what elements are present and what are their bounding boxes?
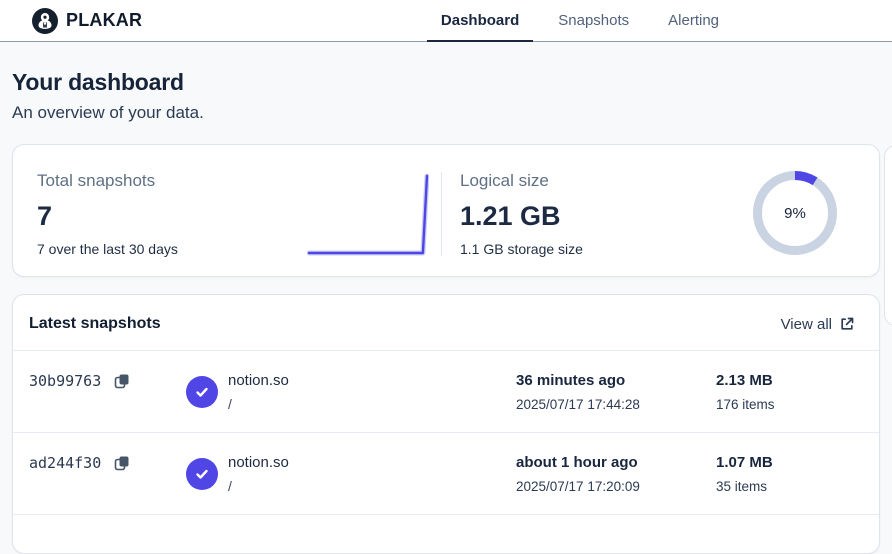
stat-logical-size: Logical size 1.21 GB 1.1 GB storage size xyxy=(442,171,692,257)
view-all-label: View all xyxy=(781,316,832,333)
snapshot-timestamp: 2025/07/17 17:20:09 xyxy=(516,479,716,494)
snapshot-row[interactable]: 30b99763 notion.so / xyxy=(13,351,879,433)
offscreen-card xyxy=(884,145,892,326)
view-all-link[interactable]: View all xyxy=(781,316,855,333)
sparkline-halo xyxy=(309,176,427,253)
main-content: Your dashboard An overview of your data.… xyxy=(0,69,892,554)
card-title: Latest snapshots xyxy=(29,315,161,333)
tab-snapshots[interactable]: Snapshots xyxy=(544,0,643,42)
page-title: Your dashboard xyxy=(12,69,880,96)
snapshot-id-cell: 30b99763 xyxy=(29,372,186,390)
stat-total-snapshots: Total snapshots 7 7 over the last 30 day… xyxy=(37,171,307,257)
snapshot-timestamp: 2025/07/17 17:44:28 xyxy=(516,397,716,412)
snapshots-sparkline-chart xyxy=(307,172,429,256)
snapshot-source: notion.so xyxy=(228,372,289,389)
snapshot-items: 35 items xyxy=(716,479,863,494)
donut-percent-label: 9% xyxy=(751,169,839,257)
sparkline-line xyxy=(309,176,427,253)
brand-name: PLAKAR xyxy=(66,10,142,31)
latest-snapshots-card: Latest snapshots View all 30b99763 xyxy=(12,294,880,554)
snapshot-time-cell: 36 minutes ago 2025/07/17 17:44:28 xyxy=(516,372,716,412)
snapshot-size: 2.13 MB xyxy=(716,372,863,389)
snapshot-row[interactable]: ad244f30 notion.so / xyxy=(13,433,879,515)
check-badge-icon xyxy=(186,458,218,490)
stat-caption: 1.1 GB storage size xyxy=(460,241,692,257)
latest-snapshots-header: Latest snapshots View all xyxy=(13,295,879,351)
snapshot-items: 176 items xyxy=(716,397,863,412)
snapshot-id: 30b99763 xyxy=(29,372,101,390)
plakar-logo-icon xyxy=(32,8,58,34)
snapshot-ago: about 1 hour ago xyxy=(516,454,716,471)
page-subtitle: An overview of your data. xyxy=(12,103,880,123)
copy-icon[interactable] xyxy=(113,372,131,390)
snapshot-source: notion.so xyxy=(228,454,289,471)
snapshot-path: / xyxy=(228,396,289,412)
copy-icon[interactable] xyxy=(113,454,131,472)
snapshot-id: ad244f30 xyxy=(29,454,101,472)
storage-donut-chart: 9% xyxy=(751,169,839,257)
snapshot-source-cell: notion.so / xyxy=(186,454,516,494)
app-header: PLAKAR Dashboard Snapshots Alerting xyxy=(0,0,892,42)
check-badge-icon xyxy=(186,376,218,408)
snapshot-size-cell: 2.13 MB 176 items xyxy=(716,372,863,412)
stat-value: 1.21 GB xyxy=(460,201,692,232)
snapshot-id-cell: ad244f30 xyxy=(29,454,186,472)
stat-caption: 7 over the last 30 days xyxy=(37,241,307,257)
external-link-icon xyxy=(839,316,855,332)
snapshot-size-cell: 1.07 MB 35 items xyxy=(716,454,863,494)
stats-card: Total snapshots 7 7 over the last 30 day… xyxy=(12,144,880,277)
brand[interactable]: PLAKAR xyxy=(32,0,142,41)
snapshot-size: 1.07 MB xyxy=(716,454,863,471)
snapshot-path: / xyxy=(228,478,289,494)
stat-label: Logical size xyxy=(460,171,692,191)
stat-label: Total snapshots xyxy=(37,171,307,191)
snapshot-ago: 36 minutes ago xyxy=(516,372,716,389)
snapshot-time-cell: about 1 hour ago 2025/07/17 17:20:09 xyxy=(516,454,716,494)
snapshot-source-cell: notion.so / xyxy=(186,372,516,412)
tab-alerting[interactable]: Alerting xyxy=(654,0,733,42)
main-nav: Dashboard Snapshots Alerting xyxy=(427,0,733,41)
tab-dashboard[interactable]: Dashboard xyxy=(427,0,533,42)
stat-value: 7 xyxy=(37,201,307,232)
